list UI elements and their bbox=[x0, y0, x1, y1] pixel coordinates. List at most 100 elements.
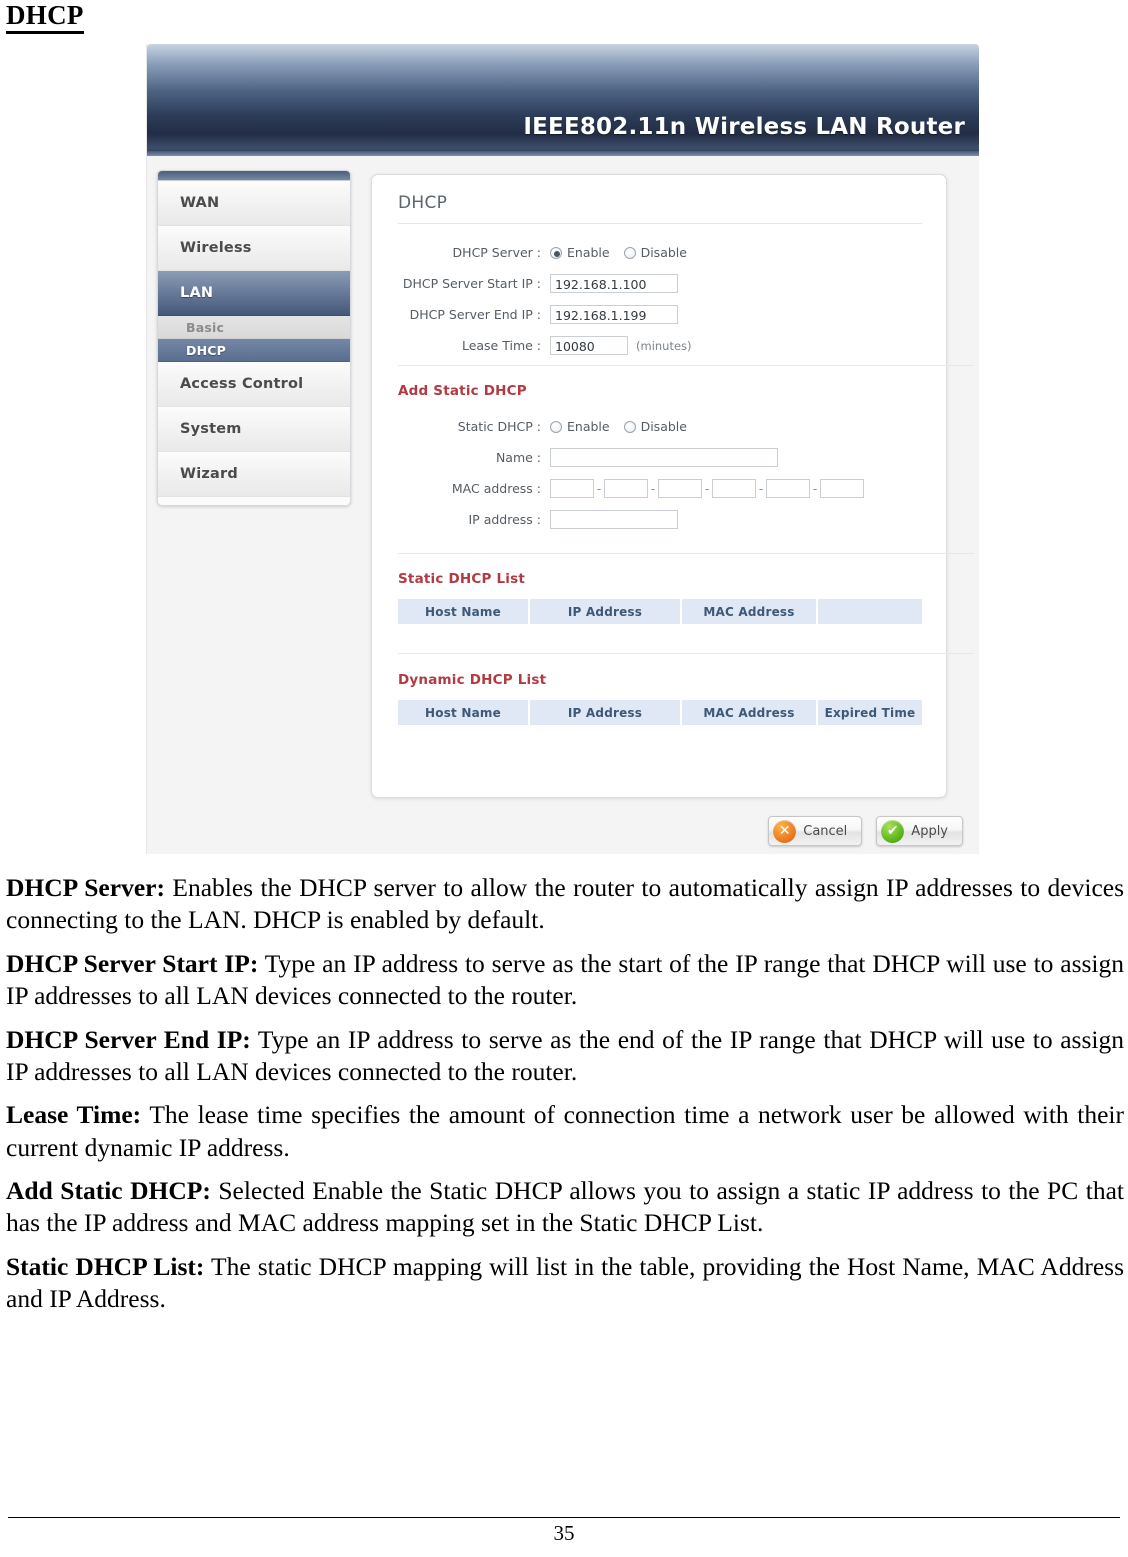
section-divider-1 bbox=[398, 365, 974, 366]
cancel-button[interactable]: ✕ Cancel bbox=[768, 816, 863, 846]
page-title: DHCP bbox=[6, 0, 84, 34]
row-dhcp-server: DHCP Server : Enable Disable bbox=[372, 237, 948, 268]
label-dhcp-server: DHCP Server : bbox=[452, 245, 541, 260]
dhcp-settings-card: DHCP DHCP Server : Enable Disable DHCP S… bbox=[371, 174, 974, 798]
mac-separator: - bbox=[596, 481, 602, 496]
input-mac-octet-6[interactable] bbox=[820, 479, 864, 498]
mac-separator: - bbox=[704, 481, 710, 496]
description-term: Static DHCP List: bbox=[6, 1251, 205, 1281]
radio-static-dhcp-disable[interactable]: Disable bbox=[623, 419, 687, 434]
description-term: Lease Time: bbox=[6, 1100, 142, 1130]
row-dhcp-start-ip: DHCP Server Start IP : 192.168.1.100 bbox=[372, 268, 948, 299]
description-paragraph: DHCP Server Start IP: Type an IP address… bbox=[6, 948, 1124, 1013]
action-button-bar: ✕ Cancel ✔ Apply bbox=[768, 816, 963, 846]
static-dhcp-list-table: Host Name IP Address MAC Address bbox=[398, 599, 922, 624]
input-mac-octet-1[interactable] bbox=[550, 479, 594, 498]
dynamic-dhcp-list-section: Dynamic DHCP List Host Name IP Address M… bbox=[372, 672, 948, 725]
heading-dynamic-dhcp-list: Dynamic DHCP List bbox=[398, 672, 547, 688]
mac-octet-group: - - - - - bbox=[550, 479, 864, 498]
radio-label-enable: Enable bbox=[567, 245, 610, 260]
radio-static-dhcp-enable[interactable]: Enable bbox=[550, 419, 610, 434]
label-dhcp-end-ip: DHCP Server End IP : bbox=[409, 307, 541, 322]
apply-button-label: Apply bbox=[911, 823, 948, 839]
label-static-ip-address: IP address : bbox=[468, 512, 542, 527]
heading-static-dhcp-list: Static DHCP List bbox=[398, 571, 525, 587]
lease-time-unit: (minutes) bbox=[636, 338, 692, 353]
input-mac-octet-2[interactable] bbox=[604, 479, 648, 498]
description-term: Add Static DHCP: bbox=[6, 1176, 211, 1205]
input-mac-octet-5[interactable] bbox=[766, 479, 810, 498]
input-static-ip-address[interactable] bbox=[550, 510, 678, 529]
input-mac-octet-3[interactable] bbox=[658, 479, 702, 498]
radio-dot-icon bbox=[623, 246, 636, 259]
row-lease-time: Lease Time : 10080 (minutes) bbox=[372, 330, 948, 361]
static-dhcp-list-section: Static DHCP List Host Name IP Address MA… bbox=[372, 571, 948, 624]
card-title: DHCP bbox=[398, 193, 448, 213]
section-divider-2 bbox=[398, 553, 974, 554]
label-static-name: Name : bbox=[495, 450, 541, 465]
apply-button[interactable]: ✔ Apply bbox=[876, 816, 963, 846]
label-static-dhcp: Static DHCP : bbox=[457, 419, 541, 434]
sidebar-subitem-basic[interactable]: Basic bbox=[158, 316, 350, 339]
description-paragraph: Static DHCP List: The static DHCP mappin… bbox=[6, 1251, 1124, 1316]
input-dhcp-end-ip[interactable]: 192.168.1.199 bbox=[550, 305, 678, 324]
radio-dot-icon bbox=[623, 420, 636, 433]
radio-label-disable: Disable bbox=[640, 419, 687, 434]
description-list: DHCP Server: Enables the DHCP server to … bbox=[6, 872, 1124, 1327]
radio-dhcp-server-disable[interactable]: Disable bbox=[623, 245, 687, 260]
add-static-dhcp-section: Add Static DHCP Static DHCP : Enable Dis… bbox=[372, 383, 948, 535]
dynamic-dhcp-list-table: Host Name IP Address MAC Address Expired… bbox=[398, 700, 922, 725]
sidebar-subitem-dhcp[interactable]: DHCP bbox=[158, 339, 350, 362]
radio-label-disable: Disable bbox=[640, 245, 687, 260]
mac-separator: - bbox=[650, 481, 656, 496]
cancel-icon: ✕ bbox=[773, 819, 797, 843]
card-title-divider bbox=[398, 223, 922, 224]
label-dhcp-start-ip: DHCP Server Start IP : bbox=[402, 276, 541, 291]
description-text: The lease time specifies the amount of c… bbox=[6, 1100, 1124, 1162]
sidebar-item-lan[interactable]: LAN bbox=[158, 271, 350, 316]
sidebar-nav: WAN Wireless LAN Basic DHCP Access Contr… bbox=[157, 170, 351, 506]
radio-label-enable: Enable bbox=[567, 419, 610, 434]
description-paragraph: Lease Time: The lease time specifies the… bbox=[6, 1099, 1124, 1164]
sidebar-item-system[interactable]: System bbox=[158, 407, 350, 452]
radio-dhcp-server-enable[interactable]: Enable bbox=[550, 245, 610, 260]
footer-divider bbox=[8, 1517, 1120, 1518]
heading-add-static-dhcp: Add Static DHCP bbox=[398, 383, 527, 399]
description-term: DHCP Server End IP: bbox=[6, 1024, 251, 1054]
sidebar-cap bbox=[158, 171, 350, 181]
row-static-dhcp: Static DHCP : Enable Disable bbox=[372, 411, 948, 442]
router-header-banner: IEEE802.11n Wireless LAN Router bbox=[147, 44, 979, 156]
input-lease-time[interactable]: 10080 bbox=[550, 336, 628, 355]
description-paragraph: DHCP Server End IP: Type an IP address t… bbox=[6, 1024, 1124, 1089]
document-page: DHCP IEEE802.11n Wireless LAN Router WAN… bbox=[0, 0, 1128, 1557]
mac-separator: - bbox=[812, 481, 818, 496]
radio-dot-icon bbox=[550, 246, 562, 259]
sidebar-item-wizard[interactable]: Wizard bbox=[158, 452, 350, 497]
mac-separator: - bbox=[758, 481, 764, 496]
description-term: DHCP Server Start IP: bbox=[6, 948, 259, 978]
cancel-button-label: Cancel bbox=[803, 823, 848, 839]
section-divider-3 bbox=[398, 653, 974, 654]
input-static-name[interactable] bbox=[550, 448, 778, 467]
sidebar-item-wireless[interactable]: Wireless bbox=[158, 226, 350, 271]
row-mac-address: MAC address : - - - - - bbox=[372, 473, 948, 504]
sidebar-item-wan[interactable]: WAN bbox=[158, 181, 350, 226]
col-header-ip-address: IP Address bbox=[530, 599, 682, 624]
col-header-actions bbox=[818, 599, 922, 624]
sidebar-item-access-control[interactable]: Access Control bbox=[158, 362, 350, 407]
label-lease-time: Lease Time : bbox=[461, 338, 541, 353]
router-brand-label: IEEE802.11n Wireless LAN Router bbox=[523, 114, 965, 140]
description-paragraph: Add Static DHCP: Selected Enable the Sta… bbox=[6, 1175, 1124, 1240]
input-dhcp-start-ip[interactable]: 192.168.1.100 bbox=[550, 274, 678, 293]
page-number: 35 bbox=[553, 1521, 575, 1545]
apply-icon: ✔ bbox=[881, 819, 905, 843]
col-header-mac-address: MAC Address bbox=[682, 599, 818, 624]
input-mac-octet-4[interactable] bbox=[712, 479, 756, 498]
label-mac-address: MAC address : bbox=[451, 481, 541, 496]
col-header-mac-address: MAC Address bbox=[682, 700, 818, 725]
radio-dot-icon bbox=[550, 420, 562, 433]
description-paragraph: DHCP Server: Enables the DHCP server to … bbox=[6, 872, 1124, 937]
row-static-ip-address: IP address : bbox=[372, 504, 948, 535]
row-static-name: Name : bbox=[372, 442, 948, 473]
router-ui-screenshot: IEEE802.11n Wireless LAN Router WAN Wire… bbox=[146, 44, 979, 854]
